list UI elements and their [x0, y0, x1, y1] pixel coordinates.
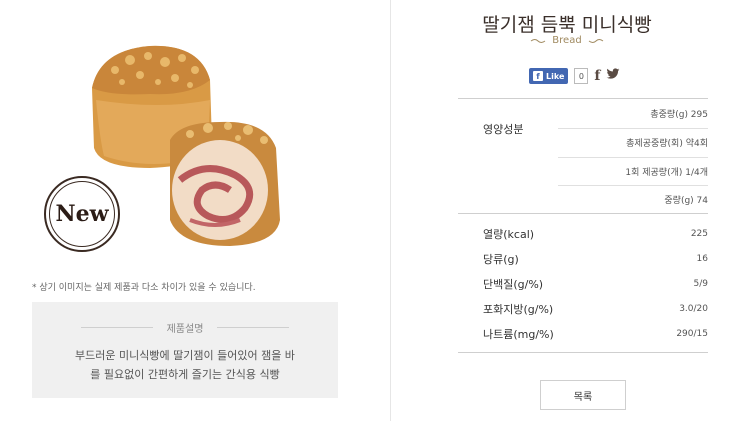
product-image-panel: New * 상기 이미지는 실제 제품과 다소 차이가 있을 수 있습니다. 제…	[0, 0, 390, 421]
description-title-row: 제품설명	[32, 320, 338, 335]
nutrient-value: 5/9	[693, 278, 708, 289]
nutrient-value: 3.0/20	[679, 303, 708, 314]
nutrition-table: 영양성분 총중량(g) 295 총제공중량(회) 약4회 1회 제공량(개) 1…	[458, 98, 708, 353]
product-description-box: 제품설명 부드러운 미니식빵에 딸기잼이 들어있어 잼을 바를 필요없이 간편하…	[32, 302, 338, 398]
divider-line	[217, 327, 290, 328]
nutrient-label: 당류(g)	[483, 252, 519, 266]
divider-line	[80, 327, 153, 328]
product-title: 딸기잼 듬뿍 미니식빵	[482, 14, 652, 36]
description-title: 제품설명	[166, 324, 204, 335]
facebook-logo-icon: f	[533, 71, 543, 81]
nutrient-value: 225	[690, 228, 708, 239]
ornament-icon	[588, 38, 603, 43]
facebook-icon[interactable]: f	[594, 68, 600, 84]
nutrient-value: 290/15	[676, 328, 708, 339]
facebook-like-button[interactable]: f Like	[529, 68, 569, 84]
table-bottom-line	[458, 352, 708, 353]
like-count: 0	[574, 68, 589, 84]
nutrition-info-group: 영양성분 총중량(g) 295 총제공중량(회) 약4회 1회 제공량(개) 1…	[458, 99, 708, 214]
product-info-panel: 딸기잼 듬뿍 미니식빵 Bread f Like 0 f 영양성분 총중량(g)…	[391, 0, 743, 421]
table-row: 열량(kcal) 225	[458, 221, 708, 246]
nutrient-label: 포화지방(g/%)	[483, 302, 554, 316]
nutrient-label: 열량(kcal)	[483, 227, 535, 241]
new-badge: New	[44, 176, 120, 252]
twitter-icon[interactable]	[606, 68, 620, 84]
description-text: 부드러운 미니식빵에 딸기잼이 들어있어 잼을 바를 필요없이 간편하게 즐기는…	[75, 349, 295, 381]
nutrient-label: 나트륨(mg/%)	[483, 327, 554, 341]
ornament-icon	[530, 38, 546, 43]
nutrition-sub-item: 중량(g) 74	[558, 185, 708, 214]
nutrient-value: 16	[696, 253, 708, 264]
nutrient-label: 단백질(g/%)	[483, 277, 544, 291]
table-row: 당류(g) 16	[458, 246, 708, 271]
list-button[interactable]: 목록	[540, 380, 626, 410]
social-share-row: f Like 0 f	[529, 68, 620, 84]
nutrition-group-label: 영양성분	[483, 123, 524, 136]
category-row: Bread	[391, 35, 743, 46]
nutrition-sub-item: 1회 제공량(개) 1/4개	[558, 157, 708, 186]
table-row: 포화지방(g/%) 3.0/20	[458, 296, 708, 321]
image-disclaimer: * 상기 이미지는 실제 제품과 다소 차이가 있을 수 있습니다.	[32, 283, 256, 293]
like-label: Like	[546, 71, 565, 81]
table-row: 단백질(g/%) 5/9	[458, 271, 708, 296]
nutrition-rows: 열량(kcal) 225 당류(g) 16 단백질(g/%) 5/9 포화지방(…	[458, 221, 708, 353]
nutrition-sub-item: 총중량(g) 295	[650, 110, 708, 120]
nutrition-sub-item: 총제공중량(회) 약4회	[558, 128, 708, 157]
table-row: 나트륨(mg/%) 290/15	[458, 321, 708, 346]
category-label: Bread	[552, 35, 582, 46]
